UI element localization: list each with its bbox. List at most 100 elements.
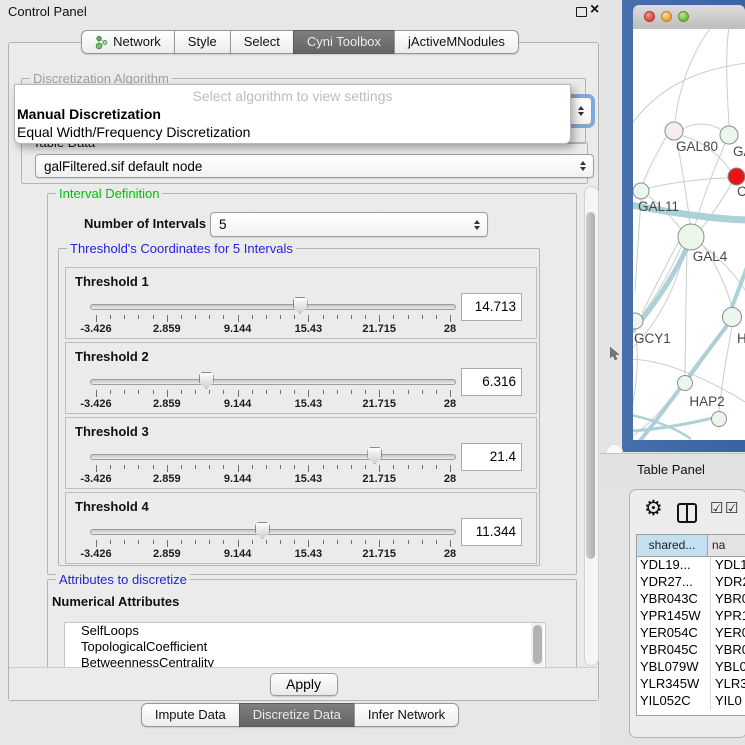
- table-row[interactable]: YIL052CYIL0: [637, 693, 745, 710]
- node-label: HAP2: [689, 394, 724, 409]
- tab-cyni-toolbox[interactable]: Cyni Toolbox: [293, 30, 395, 54]
- network-node-ga[interactable]: [720, 126, 738, 144]
- num-intervals-combobox[interactable]: 5: [210, 212, 488, 237]
- gear-icon[interactable]: ⚙: [644, 496, 663, 521]
- tab-network[interactable]: Network: [81, 30, 175, 54]
- threshold-3-slider[interactable]: -3.4262.8599.14415.4321.71528: [90, 446, 456, 486]
- threshold-2-slider[interactable]: -3.4262.8599.14415.4321.71528: [90, 371, 456, 411]
- threshold-1-value-field[interactable]: 14.713: [461, 293, 522, 321]
- panel-title: Control Panel: [8, 4, 87, 19]
- network-node-hap2[interactable]: [678, 376, 693, 391]
- cell-shared-name: YDR27...: [637, 574, 711, 591]
- mouse-cursor: [610, 347, 620, 361]
- threshold-1-slider[interactable]: -3.4262.8599.14415.4321.71528: [90, 296, 456, 336]
- threshold-4-value-field[interactable]: 11.344: [461, 518, 522, 546]
- close-panel-icon[interactable]: ×: [590, 1, 599, 19]
- tick-mark: [280, 390, 281, 394]
- network-node-h[interactable]: [723, 308, 742, 327]
- network-node-c[interactable]: [728, 168, 745, 185]
- node-table: shared... na YDL19...YDL1YDR27...YDR2YBR…: [636, 534, 745, 716]
- slider-thumb[interactable]: [199, 372, 214, 389]
- tab-select[interactable]: Select: [230, 30, 294, 54]
- tick-label: 21.715: [362, 548, 396, 560]
- tick-label: -3.426: [80, 398, 111, 410]
- slider-ticks: [96, 315, 450, 323]
- algorithm-option-equal-width-frequency-discretization[interactable]: Equal Width/Frequency Discretization: [15, 123, 570, 141]
- tick-mark: [238, 540, 239, 547]
- threshold-4-slider[interactable]: -3.4262.8599.14415.4321.71528: [90, 521, 456, 561]
- tick-mark: [124, 390, 125, 394]
- tick-mark: [153, 540, 154, 544]
- tab-label: Impute Data: [155, 704, 226, 726]
- tick-mark: [110, 540, 111, 544]
- slider-thumb[interactable]: [255, 522, 270, 539]
- tick-mark: [181, 540, 182, 544]
- zoom-light-icon[interactable]: [678, 11, 689, 22]
- table-data-combobox[interactable]: galFiltered.sif default node: [35, 154, 594, 178]
- network-node-gal80[interactable]: [665, 122, 683, 140]
- apply-button[interactable]: Apply: [270, 673, 338, 696]
- scrollbar-thumb[interactable]: [586, 212, 595, 559]
- attribute-item-topologicalcoefficient[interactable]: TopologicalCoefficient: [65, 639, 545, 655]
- tick-mark: [393, 540, 394, 544]
- combo-arrows-icon: [580, 161, 586, 171]
- tab-style[interactable]: Style: [174, 30, 231, 54]
- tick-mark: [238, 465, 239, 472]
- column-header-name[interactable]: na: [708, 535, 745, 556]
- tick-label: -3.426: [80, 548, 111, 560]
- table-row[interactable]: YBR045CYBR0: [637, 642, 745, 659]
- threshold-3-value-field[interactable]: 21.4: [461, 443, 522, 471]
- threshold-1-panel: Threshold 1-3.4262.8599.14415.4321.71528…: [65, 267, 537, 339]
- tick-mark: [195, 540, 196, 544]
- numerical-attributes-list[interactable]: SelfLoopsTopologicalCoefficientBetweenne…: [64, 622, 546, 669]
- cell-shared-name: YPR145W: [637, 608, 711, 625]
- slider-thumb[interactable]: [367, 447, 382, 464]
- table-row[interactable]: YBL079WYBL0: [637, 659, 745, 676]
- attributes-list-scrollbar[interactable]: [531, 623, 543, 666]
- tick-mark: [252, 390, 253, 394]
- minimize-light-icon[interactable]: [661, 11, 672, 22]
- tick-mark: [351, 390, 352, 394]
- slider-tick-labels: -3.4262.8599.14415.4321.71528: [96, 323, 450, 335]
- column-header-shared[interactable]: shared...: [637, 535, 708, 556]
- attribute-item-selfloops[interactable]: SelfLoops: [65, 623, 545, 639]
- close-light-icon[interactable]: [644, 11, 655, 22]
- table-row[interactable]: YBR043CYBR0: [637, 591, 745, 608]
- tick-label: 2.859: [153, 548, 181, 560]
- table-row[interactable]: YDR27...YDR2: [637, 574, 745, 591]
- bottom-tab-discretize-data[interactable]: Discretize Data: [239, 703, 355, 727]
- tick-mark: [266, 540, 267, 544]
- tick-mark: [124, 540, 125, 544]
- threshold-2-value-field[interactable]: 6.316: [461, 368, 522, 396]
- cell-shared-name: YLR345W: [637, 676, 711, 693]
- network-node-gal4[interactable]: [678, 224, 704, 250]
- checkbox-icon[interactable]: ☑: [710, 499, 723, 517]
- tick-mark: [209, 390, 210, 394]
- slider-ticks: [96, 540, 450, 548]
- slider-thumb[interactable]: [293, 297, 308, 314]
- node-label: GA: [733, 144, 745, 159]
- tick-mark: [209, 315, 210, 319]
- network-canvas[interactable]: GAL80GACGAL11GAL4GCY1HHAP2: [633, 29, 745, 440]
- slider-tick-labels: -3.4262.8599.14415.4321.71528: [96, 398, 450, 410]
- bottom-tab-infer-network[interactable]: Infer Network: [354, 703, 459, 727]
- columns-icon[interactable]: [677, 503, 697, 523]
- table-row[interactable]: YER054CYER0: [637, 625, 745, 642]
- tick-label: 2.859: [153, 398, 181, 410]
- network-node-gal11[interactable]: [633, 183, 649, 199]
- tab-jactivemnodules[interactable]: jActiveMNodules: [394, 30, 519, 54]
- tick-mark: [181, 390, 182, 394]
- table-row[interactable]: YPR145WYPR1: [637, 608, 745, 625]
- algorithm-option-manual-discretization[interactable]: Manual Discretization: [15, 105, 570, 123]
- float-panel-icon[interactable]: [576, 7, 587, 17]
- scrollbar-thumb[interactable]: [533, 625, 542, 664]
- tick-label: 15.43: [295, 323, 323, 335]
- network-node[interactable]: [712, 412, 727, 427]
- table-row[interactable]: YLR345WYLR3: [637, 676, 745, 693]
- tick-mark: [280, 315, 281, 319]
- checkbox-icon[interactable]: ☑: [725, 499, 738, 517]
- bottom-tab-impute-data[interactable]: Impute Data: [141, 703, 240, 727]
- table-row[interactable]: YDL19...YDL1: [637, 557, 745, 574]
- tick-mark: [110, 390, 111, 394]
- panel-vertical-scrollbar[interactable]: [584, 186, 599, 666]
